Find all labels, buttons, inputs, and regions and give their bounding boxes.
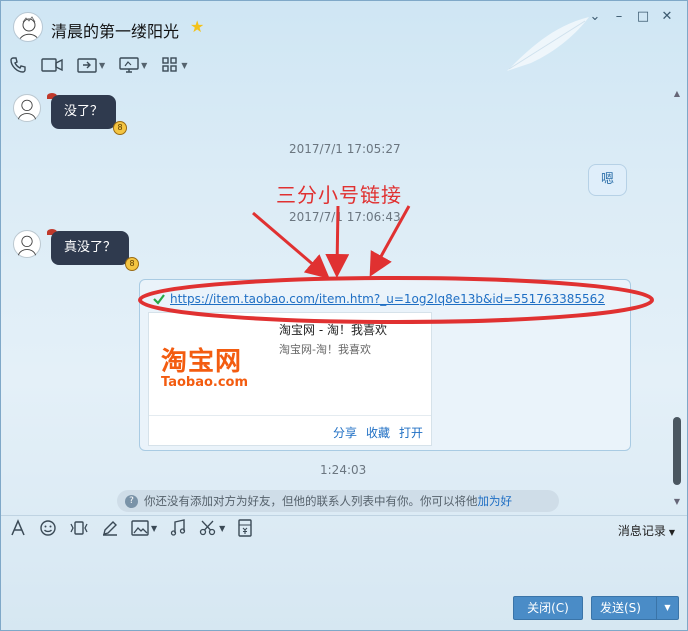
vip-star-icon: ★ (190, 17, 205, 36)
scroll-down-icon[interactable]: ▼ (672, 497, 682, 507)
contact-avatar[interactable] (13, 230, 41, 258)
bubble-badge-icon: 8 (125, 257, 139, 271)
friend-notice: ? 你还没有添加对方为好友，但他的联系人列表中有你。你可以将他加为好 (117, 490, 559, 512)
add-friend-link[interactable]: 加为好 (478, 494, 513, 508)
collect-link[interactable]: 收藏 (366, 424, 390, 441)
message-timestamp: 1:24:03 (320, 463, 367, 477)
chat-scrollbar[interactable]: ▲ ▼ (671, 89, 683, 507)
scissors-icon[interactable]: ▼ (199, 519, 225, 537)
link-preview[interactable]: 淘宝网 Taobao.com 淘宝网 - 淘！我喜欢 淘宝网-淘！我喜欢 分享 … (148, 312, 432, 446)
history-label: 消息记录 (617, 524, 666, 538)
message-timestamp: 2017/7/1 17:05:27 (289, 142, 401, 156)
scroll-up-icon[interactable]: ▲ (672, 89, 682, 99)
red-packet-icon[interactable] (237, 519, 253, 537)
apps-icon[interactable]: ▼ (161, 56, 187, 74)
music-icon[interactable] (169, 519, 187, 537)
chevron-down-icon: ▼ (668, 528, 675, 537)
image-icon[interactable]: ▼ (131, 519, 157, 537)
chevron-down-icon[interactable]: ▼ (181, 61, 187, 70)
shake-icon[interactable] (69, 519, 89, 537)
share-link[interactable]: 分享 (333, 424, 357, 441)
chat-window: 清晨的第一缕阳光 ★ ⌄ – □ ✕ ▼ ▼ ▼ ▲ ▼ 没了？ 8 2017/… (0, 0, 688, 631)
link-row: https://item.taobao.com/item.htm?_u=1og2… (152, 292, 605, 306)
chevron-down-icon[interactable]: ▼ (151, 524, 157, 533)
preview-title: 淘宝网 - 淘！我喜欢 (279, 323, 387, 337)
phone-icon[interactable] (9, 56, 27, 74)
font-icon[interactable] (9, 519, 27, 537)
send-label: 发送(S) (600, 601, 641, 615)
open-link[interactable]: 打开 (399, 424, 423, 441)
preview-actions: 分享 收藏 打开 (149, 415, 431, 445)
verified-check-icon (153, 294, 165, 305)
send-button[interactable]: 发送(S) ▼ (591, 596, 679, 620)
annotation-label: 三分小号链接 (276, 183, 402, 207)
chevron-down-icon[interactable]: ▼ (141, 61, 147, 70)
chat-toolbar: ▼ ▼ ▼ (9, 53, 201, 77)
close-icon[interactable]: ✕ (655, 7, 679, 27)
video-icon[interactable] (41, 56, 63, 74)
bubble-badge-icon: 8 (113, 121, 127, 135)
message-bubble[interactable]: 没了？ (51, 95, 117, 129)
input-tools: ▼ ▼ (9, 519, 265, 537)
scroll-thumb[interactable] (673, 417, 681, 485)
contact-name[interactable]: 清晨的第一缕阳光 (51, 18, 179, 42)
remote-desktop-icon[interactable]: ▼ (119, 56, 147, 74)
emoji-icon[interactable] (39, 519, 57, 537)
screen-share-icon[interactable]: ▼ (77, 56, 105, 74)
taobao-logo-text: Taobao.com (161, 375, 249, 390)
chevron-down-icon[interactable]: ▼ (99, 61, 105, 70)
link-card: https://item.taobao.com/item.htm?_u=1og2… (139, 279, 631, 451)
preview-description: 淘宝网-淘！我喜欢 (279, 343, 371, 356)
chevron-down-icon[interactable]: ▼ (219, 524, 225, 533)
notice-text: 你还没有添加对方为好友，但他的联系人列表中有你。你可以将他 (144, 494, 478, 508)
history-button[interactable]: 消息记录 ▼ (618, 522, 675, 539)
contact-avatar[interactable] (13, 94, 41, 122)
feather-decoration (507, 17, 589, 71)
message-timestamp: 2017/7/1 17:06:43 (289, 210, 401, 224)
maximize-icon[interactable]: □ (631, 7, 655, 27)
minimize-icon[interactable]: – (607, 7, 631, 27)
window-controls: ⌄ – □ ✕ (583, 7, 679, 27)
pen-icon[interactable] (101, 519, 119, 537)
my-message-bubble[interactable]: 嗯 (588, 164, 628, 196)
close-button[interactable]: 关闭(C) (513, 596, 583, 620)
contact-avatar[interactable] (13, 12, 43, 42)
input-toolbar: ▼ ▼ 消息记录 ▼ (1, 515, 687, 543)
info-icon: ? (125, 495, 138, 508)
chevron-down-icon[interactable]: ▼ (656, 597, 678, 619)
message-bubble[interactable]: 真没了？ (51, 231, 130, 265)
link-url[interactable]: https://item.taobao.com/item.htm?_u=1og2… (170, 292, 605, 306)
taobao-logo: 淘宝网 (161, 347, 243, 377)
